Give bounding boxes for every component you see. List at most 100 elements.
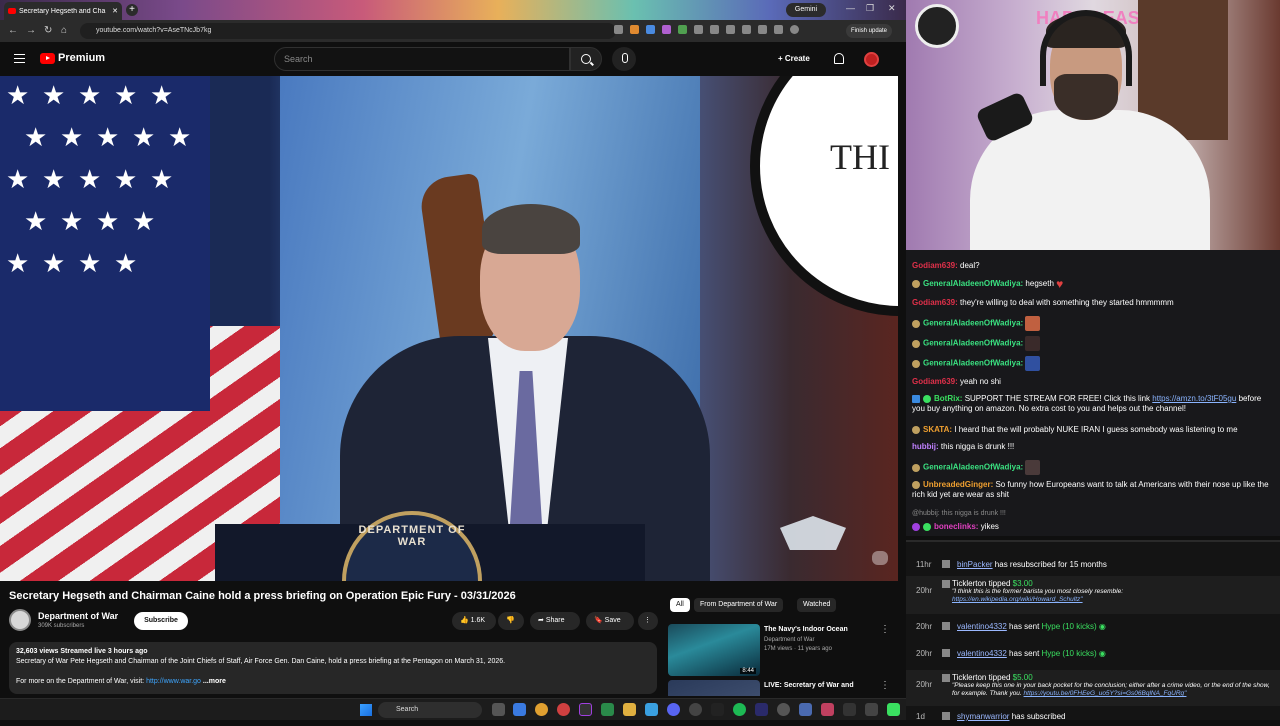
- maximize-button[interactable]: ❐: [866, 3, 874, 14]
- extension-icon[interactable]: [662, 25, 671, 34]
- chat-username[interactable]: SKATA:: [923, 425, 952, 434]
- edge-icon[interactable]: [513, 703, 526, 716]
- recommendation-title[interactable]: The Navy's Indoor Ocean: [764, 625, 884, 634]
- search-input[interactable]: Search: [274, 47, 570, 71]
- chat-username[interactable]: GeneralAladeenOfWadiya:: [923, 463, 1023, 472]
- more-options-icon[interactable]: ⋮: [880, 624, 890, 635]
- channel-avatar[interactable]: [9, 609, 31, 631]
- search-icon[interactable]: [570, 47, 602, 71]
- subscribe-button[interactable]: Subscribe: [134, 612, 188, 630]
- account-avatar[interactable]: [864, 52, 879, 67]
- browser-tab[interactable]: Secretary Hegseth and Cha ✕: [4, 2, 122, 20]
- app-icon[interactable]: [755, 703, 768, 716]
- gemini-button[interactable]: Gemini: [786, 3, 826, 17]
- app-icon[interactable]: [843, 703, 856, 716]
- obs-icon[interactable]: [579, 703, 592, 716]
- event-user[interactable]: Ticklerton: [952, 673, 986, 682]
- dislike-button[interactable]: 👎: [498, 612, 524, 630]
- finish-update-button[interactable]: Finish update: [846, 24, 892, 38]
- youtube-logo-icon[interactable]: [40, 53, 55, 64]
- recommendation-thumbnail[interactable]: [668, 680, 760, 696]
- brand-label[interactable]: Premium: [58, 52, 105, 64]
- recommendation-channel[interactable]: Department of War: [764, 637, 814, 643]
- taskbar-search[interactable]: Search: [378, 702, 482, 718]
- back-icon[interactable]: ←: [8, 25, 18, 36]
- event-user[interactable]: Ticklerton: [952, 579, 986, 588]
- video-settings-icon[interactable]: [872, 551, 888, 565]
- event-user[interactable]: binPacker: [957, 560, 993, 569]
- chat-username[interactable]: Godiam639:: [912, 298, 958, 307]
- notifications-icon[interactable]: [834, 53, 844, 64]
- reload-icon[interactable]: ↻: [44, 25, 52, 36]
- kick-app-icon[interactable]: [887, 703, 900, 716]
- chat-username[interactable]: Godiam639:: [912, 377, 958, 386]
- extension-icon[interactable]: [646, 25, 655, 34]
- tip-note-link[interactable]: https://en.wikipedia.org/wiki/Howard_Sch…: [952, 596, 1083, 603]
- profile-icon[interactable]: [790, 25, 799, 34]
- extension-icon[interactable]: [710, 25, 719, 34]
- app-icon[interactable]: [689, 703, 702, 716]
- chat-username[interactable]: BotRix:: [934, 394, 962, 403]
- show-more-link[interactable]: ...more: [203, 678, 226, 685]
- extension-icon[interactable]: [758, 25, 767, 34]
- file-explorer-icon[interactable]: [623, 703, 636, 716]
- minimize-button[interactable]: —: [846, 3, 855, 13]
- event-user[interactable]: valentino4332: [957, 649, 1007, 658]
- chat-link[interactable]: https://amzn.to/3tF05gu: [1152, 394, 1236, 403]
- more-actions-button[interactable]: ⋮: [638, 612, 658, 630]
- extension-icon[interactable]: [630, 25, 639, 34]
- home-icon[interactable]: ⌂: [61, 25, 67, 36]
- chip-from-channel[interactable]: From Department of War: [694, 598, 784, 612]
- app-icon[interactable]: [799, 703, 812, 716]
- extension-icon[interactable]: [694, 25, 703, 34]
- app-icon[interactable]: [821, 703, 834, 716]
- task-view-icon[interactable]: [492, 703, 505, 716]
- chip-all[interactable]: All: [670, 598, 690, 612]
- recommendation-item[interactable]: LIVE: Secretary of War and ⋮: [668, 680, 898, 696]
- extension-icon[interactable]: [742, 25, 751, 34]
- extension-icon[interactable]: [726, 25, 735, 34]
- event-user[interactable]: valentino4332: [957, 622, 1007, 631]
- app-icon[interactable]: [777, 703, 790, 716]
- chrome-icon[interactable]: [535, 703, 548, 716]
- chat-username[interactable]: boneclinks:: [934, 522, 978, 531]
- chat-username[interactable]: Godiam639:: [912, 261, 958, 270]
- description-link[interactable]: http://www.war.go: [146, 678, 201, 685]
- discord-icon[interactable]: [667, 703, 680, 716]
- app-icon[interactable]: [645, 703, 658, 716]
- recommendation-item[interactable]: 8:44 The Navy's Indoor Ocean Department …: [668, 624, 898, 676]
- extension-icon[interactable]: [774, 25, 783, 34]
- chip-watched[interactable]: Watched: [797, 598, 837, 612]
- description-box[interactable]: 32,603 views Streamed live 3 hours ago S…: [9, 642, 657, 694]
- recommendation-title[interactable]: LIVE: Secretary of War and: [764, 681, 884, 690]
- chat-username[interactable]: GeneralAladeenOfWadiya:: [923, 359, 1023, 368]
- menu-icon[interactable]: [14, 54, 25, 63]
- app-icon[interactable]: [865, 703, 878, 716]
- forward-icon[interactable]: →: [26, 25, 36, 36]
- save-button[interactable]: 🔖 Save: [586, 612, 634, 630]
- close-window-button[interactable]: ✕: [888, 3, 896, 14]
- share-button[interactable]: ➦ Share: [530, 612, 580, 630]
- chat-username[interactable]: GeneralAladeenOfWadiya:: [923, 279, 1023, 288]
- app-icon[interactable]: [601, 703, 614, 716]
- channel-name[interactable]: Department of War: [38, 611, 118, 621]
- chat-username[interactable]: hubbij:: [912, 442, 939, 451]
- url-bar[interactable]: youtube.com/watch?v=AseTNcJb7kg: [80, 23, 616, 39]
- create-button[interactable]: + Create: [772, 50, 816, 68]
- tip-note-link[interactable]: https://youtu.be/0FHEeG_uo5Y?si=Gs06BqlN…: [1024, 690, 1187, 697]
- windows-start-icon[interactable]: [360, 704, 372, 716]
- like-button[interactable]: 👍 1.6K: [452, 612, 496, 630]
- chat-username[interactable]: GeneralAladeenOfWadiya:: [923, 339, 1023, 348]
- more-options-icon[interactable]: ⋮: [880, 680, 890, 691]
- chrome-alt-icon[interactable]: [557, 703, 570, 716]
- chat-username[interactable]: UnbreadedGinger:: [923, 480, 993, 489]
- tab-close-icon[interactable]: ✕: [112, 7, 118, 15]
- extension-icon[interactable]: [678, 25, 687, 34]
- app-icon[interactable]: [711, 703, 724, 716]
- new-tab-button[interactable]: +: [126, 4, 138, 16]
- extension-icon[interactable]: [614, 25, 623, 34]
- microphone-icon[interactable]: [612, 47, 636, 71]
- chat-username[interactable]: GeneralAladeenOfWadiya:: [923, 319, 1023, 328]
- video-player[interactable]: ★ ★ ★ ★ ★ ★ ★ ★ ★ ★ ★ ★ ★ ★ ★ ★ ★ ★ ★ ★ ★ ★ ★ THI DEPARTME…: [0, 76, 898, 581]
- spotify-icon[interactable]: [733, 703, 746, 716]
